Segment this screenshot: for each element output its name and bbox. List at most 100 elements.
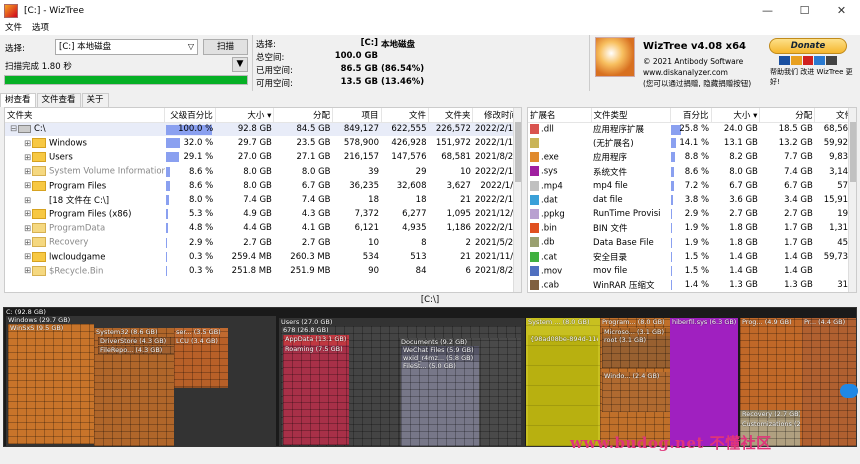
treemap-block[interactable]: DriverStore (4.3 GB) <box>98 337 174 345</box>
extension-name: .db <box>541 237 555 248</box>
table-row[interactable]: ⊞ Program Files (x86) 5.3 % 4.9 GB 4.3 GB 7,3… <box>5 207 521 221</box>
table-row[interactable]: .cat 安全目录 1.5 % 1.4 GB 1.4 GB 59,735 <box>528 250 856 264</box>
percent-cell: 1.5 % <box>670 264 711 278</box>
table-row[interactable]: .ppkg RunTime Provisi 2.9 % 2.7 GB 2.7 GB 194 <box>528 207 856 221</box>
treemap-block[interactable]: FileSt... (5.0 GB) <box>401 362 479 446</box>
alloc-cell: 84.5 GB <box>296 124 331 135</box>
table-row[interactable]: ⊞ Users 29.1 % 27.0 GB 27.1 GB 216,157 147,576… <box>5 150 521 164</box>
table-row[interactable]: .dll 应用程序扩展 25.8 % 24.0 GB 18.5 GB 68,565 <box>528 122 856 136</box>
column-header[interactable]: 大小 ▾ <box>215 108 275 123</box>
alloc-cell: 3.4 GB <box>784 195 813 206</box>
tab-file-view[interactable]: 文件查看 <box>36 93 81 107</box>
table-row[interactable]: ⊞ $Recycle.Bin 0.3 % 251.8 MB 251.9 MB 90 84 6 2… <box>5 264 521 278</box>
wiztree-logo-icon <box>595 37 635 77</box>
table-row[interactable]: ⊞ lwcloudgame 0.3 % 259.4 MB 260.3 MB 534 513 2… <box>5 250 521 264</box>
close-button[interactable]: ✕ <box>823 0 860 21</box>
menu-file[interactable]: 文件 <box>0 21 27 35</box>
table-row[interactable]: ⊞ Windows 32.0 % 29.7 GB 23.5 GB 578,900 426,9… <box>5 136 521 150</box>
drive-select[interactable]: [C:] 本地磁盘 ▽ <box>55 39 198 55</box>
column-header[interactable]: 文件夹 <box>5 108 166 123</box>
table-row[interactable]: .exe 应用程序 8.8 % 8.2 GB 7.7 GB 9,836 <box>528 150 856 164</box>
column-header[interactable]: 分配 <box>273 108 333 123</box>
treemap-block[interactable]: hiberfil.sys (6.3 GB) <box>670 318 738 446</box>
scrollbar-thumb[interactable] <box>850 122 856 182</box>
tree-scrollbar[interactable] <box>513 108 521 292</box>
treemap-block[interactable]: Pr... (4.4 GB) <box>802 318 856 446</box>
filter-button[interactable]: ▼ <box>232 57 248 72</box>
percent-bar <box>165 237 168 248</box>
percent-value: 1.4 % <box>684 280 710 291</box>
column-header[interactable]: 百分比 <box>670 108 712 123</box>
table-row[interactable]: ⊞ System Volume Information 8.6 % 8.0 GB 8.0… <box>5 165 521 179</box>
column-header[interactable]: 文件夹 <box>428 108 474 123</box>
scrollbar-thumb[interactable] <box>515 122 521 182</box>
treemap-block[interactable]: WinSxS (9.5 GB) <box>8 324 94 444</box>
folder-name: Recovery <box>49 237 89 248</box>
treemap-block[interactable]: Windo... (2.4 GB) <box>602 372 670 412</box>
files-cell: 513 <box>410 251 427 262</box>
expand-toggle-icon[interactable]: ⊞ <box>23 224 32 234</box>
menu-options[interactable]: 选项 <box>27 21 54 35</box>
column-header[interactable]: 扩展名 <box>528 108 592 123</box>
treemap-block[interactable]: LCU (3.4 GB) <box>174 337 228 387</box>
table-row[interactable]: .bin BIN 文件 1.9 % 1.8 GB 1.7 GB 1,310 <box>528 221 856 235</box>
website-link[interactable]: www.diskanalyzer.com <box>643 67 751 78</box>
table-row[interactable]: ⊞ Program Files 8.6 % 8.0 GB 6.7 GB 36,235 32,… <box>5 179 521 193</box>
expand-toggle-icon[interactable]: ⊟ <box>9 124 18 134</box>
treemap[interactable]: C: (92.8 GB) Windows (29.7 GB) WinSxS (9.5… <box>3 307 857 447</box>
percent-bar <box>671 180 674 191</box>
items-cell: 534 <box>362 251 379 262</box>
treemap-block[interactable]: FileRepo... (4.3 GB) <box>98 346 174 354</box>
minimize-button[interactable]: — <box>749 0 786 21</box>
table-row[interactable]: .dat dat file 3.8 % 3.6 GB 3.4 GB 15,915 <box>528 193 856 207</box>
table-row[interactable]: (无扩展名) 14.1 % 13.1 GB 13.2 GB 59,929 <box>528 136 856 150</box>
scan-button[interactable]: 扫描 <box>203 39 248 55</box>
ext-scrollbar[interactable] <box>848 108 856 292</box>
table-row[interactable]: ⊞ [18 文件在 C:\] 8.0 % 7.4 GB 7.4 GB 18 18 21 2022… <box>5 193 521 207</box>
column-header[interactable]: 文件 <box>381 108 429 123</box>
expand-toggle-icon[interactable]: ⊞ <box>23 181 32 191</box>
column-header[interactable]: 文件类型 <box>591 108 671 123</box>
expand-toggle-icon[interactable]: ⊞ <box>23 167 32 177</box>
expand-toggle-icon[interactable]: ⊞ <box>23 209 32 219</box>
expand-toggle-icon[interactable]: ⊞ <box>23 238 32 248</box>
file-type-color-icon <box>530 265 539 276</box>
table-row[interactable]: ⊟ C:\ 100.0 % 92.8 GB 84.5 GB 849,127 622,555 2… <box>5 122 521 137</box>
donate-button[interactable]: Donate <box>769 38 847 54</box>
size-cell: 2.7 GB <box>243 237 272 248</box>
files-cell: 84 <box>415 265 427 276</box>
expand-toggle-icon[interactable]: ⊞ <box>23 139 32 149</box>
table-row[interactable]: .sys 系统文件 8.6 % 8.0 GB 7.4 GB 3,141 <box>528 165 856 179</box>
extension-cell: .mp4 <box>528 179 591 193</box>
file-type-color-icon <box>530 223 539 234</box>
column-header[interactable]: 分配 <box>759 108 816 123</box>
treemap-block[interactable]: Roaming (7.5 GB) <box>283 345 349 445</box>
maximize-button[interactable]: ☐ <box>786 0 823 21</box>
info-row: 可用空间: 13.5 GB (13.46%) <box>256 77 586 89</box>
column-header[interactable]: 父级百分比 <box>164 108 216 123</box>
column-header[interactable]: 大小 ▾ <box>711 108 761 123</box>
expand-toggle-icon[interactable]: ⊞ <box>23 266 32 276</box>
treemap-block[interactable]: {98ad08be-894d-11ec-9... (4.1 GB) <box>528 335 598 446</box>
treemap-block[interactable]: root (3.1 GB) <box>602 336 670 368</box>
info-extra: (13.46%) <box>381 77 425 87</box>
column-header[interactable]: 项目 <box>332 108 382 123</box>
expand-toggle-icon[interactable]: ⊞ <box>23 153 32 163</box>
percent-value: 100.0 % <box>178 124 214 135</box>
expand-toggle-icon[interactable]: ⊞ <box>23 252 32 262</box>
table-row[interactable]: .mp4 mp4 file 7.2 % 6.7 GB 6.7 GB 571 <box>528 179 856 193</box>
tab-about[interactable]: 关于 <box>81 93 109 107</box>
table-row[interactable]: ⊞ ProgramData 4.8 % 4.4 GB 4.1 GB 6,121 4,935 1… <box>5 221 521 235</box>
expand-toggle-icon[interactable]: ⊞ <box>23 196 32 206</box>
percent-value: 2.9 % <box>684 209 710 220</box>
items-cell: 216,157 <box>343 152 379 163</box>
table-row[interactable]: .db Data Base File 1.9 % 1.8 GB 1.7 GB 451 <box>528 236 856 250</box>
table-row[interactable]: .movmov file1.5 %1.4 GB1.4 GB1 <box>528 264 856 278</box>
donate-text: 帮助我们 改进 WizTree 更好! <box>770 68 853 86</box>
table-row[interactable]: ⊞ Recovery 2.9 % 2.7 GB 2.7 GB 10 8 2 2021/5/28 <box>5 236 521 250</box>
tab-tree-view[interactable]: 树查看 <box>0 93 36 107</box>
cloud-icon[interactable] <box>840 384 858 398</box>
table-row[interactable]: .cab WinRAR 压缩文 1.4 % 1.3 GB 1.3 GB 312 <box>528 278 856 292</box>
folders-cell: 6 <box>465 265 471 276</box>
percent-cell: 8.6 % <box>165 179 216 193</box>
